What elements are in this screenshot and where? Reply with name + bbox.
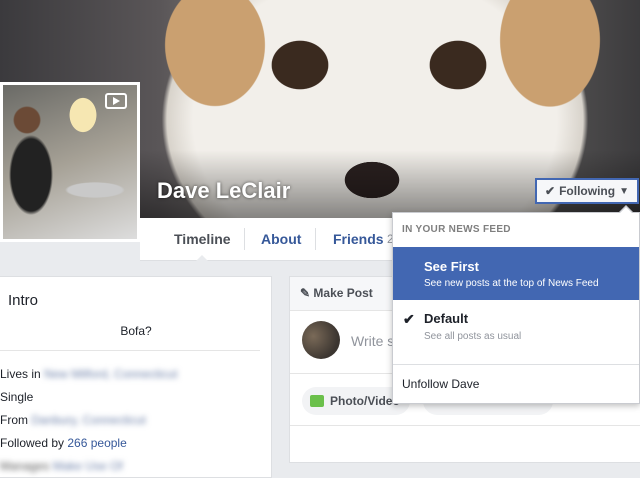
lives-in-value[interactable]: New Milford, Connecticut bbox=[44, 367, 177, 381]
followers-link[interactable]: 266 people bbox=[67, 436, 126, 450]
option-default[interactable]: ✔ Default See all posts as usual bbox=[393, 301, 639, 355]
intro-card: Intro Bofa? Lives in New Milford, Connec… bbox=[0, 276, 272, 478]
from-label: From bbox=[0, 413, 28, 427]
intro-followers: Followed by 266 people bbox=[0, 436, 127, 450]
intro-from: From Danbury, Connecticut bbox=[0, 413, 146, 427]
intro-lives-in: Lives in New Milford, Connecticut bbox=[0, 367, 177, 381]
photo-video-label: Photo/Video bbox=[330, 394, 400, 408]
avatar bbox=[302, 321, 340, 359]
profile-picture[interactable] bbox=[0, 82, 140, 242]
option-see-first[interactable]: See First See new posts at the top of Ne… bbox=[393, 247, 639, 300]
manages-label: Manages bbox=[0, 459, 50, 473]
intro-bio: Bofa? bbox=[120, 324, 152, 338]
make-post-label: Make Post bbox=[313, 286, 373, 300]
photo-icon bbox=[310, 395, 324, 407]
tab-about[interactable]: About bbox=[261, 218, 301, 260]
video-icon bbox=[105, 93, 127, 109]
profile-name[interactable]: Dave LeClair bbox=[157, 178, 290, 204]
pencil-icon: ✎ bbox=[300, 286, 311, 300]
following-label: Following bbox=[559, 184, 616, 198]
checkmark-icon: ✔ bbox=[403, 311, 415, 327]
composer-divider bbox=[290, 425, 640, 426]
tab-timeline[interactable]: Timeline bbox=[174, 218, 231, 261]
dropdown-divider bbox=[393, 364, 639, 365]
following-button[interactable]: ✔ Following ▼ bbox=[535, 178, 639, 204]
make-post-tab[interactable]: ✎ Make Post bbox=[300, 286, 373, 300]
followed-by-label: Followed by bbox=[0, 436, 65, 450]
following-dropdown: IN YOUR NEWS FEED See First See new post… bbox=[392, 205, 640, 404]
option-title: See First bbox=[424, 259, 479, 274]
nav-divider bbox=[244, 228, 245, 250]
intro-divider bbox=[0, 350, 260, 351]
intro-title: Intro bbox=[8, 292, 39, 309]
profile-video-thumbnail bbox=[3, 85, 137, 239]
manages-value[interactable]: Make Use Of bbox=[53, 459, 123, 473]
unfollow-button[interactable]: Unfollow Dave bbox=[402, 377, 479, 391]
caret-down-icon: ▼ bbox=[619, 185, 629, 197]
nav-divider bbox=[315, 228, 316, 250]
lives-in-label: Lives in bbox=[0, 367, 41, 381]
option-subtitle: See new posts at the top of News Feed bbox=[424, 278, 599, 289]
intro-manages: Manages Make Use Of bbox=[0, 459, 123, 473]
checkmark-icon: ✔ bbox=[545, 184, 556, 198]
intro-relationship: Single bbox=[0, 390, 34, 404]
dropdown-header: IN YOUR NEWS FEED bbox=[402, 224, 511, 235]
from-value[interactable]: Danbury, Connecticut bbox=[31, 413, 146, 427]
tab-friends[interactable]: Friends bbox=[333, 218, 384, 260]
option-subtitle: See all posts as usual bbox=[424, 331, 522, 342]
option-title: Default bbox=[424, 311, 469, 326]
composer-input[interactable]: Write s bbox=[351, 333, 394, 349]
